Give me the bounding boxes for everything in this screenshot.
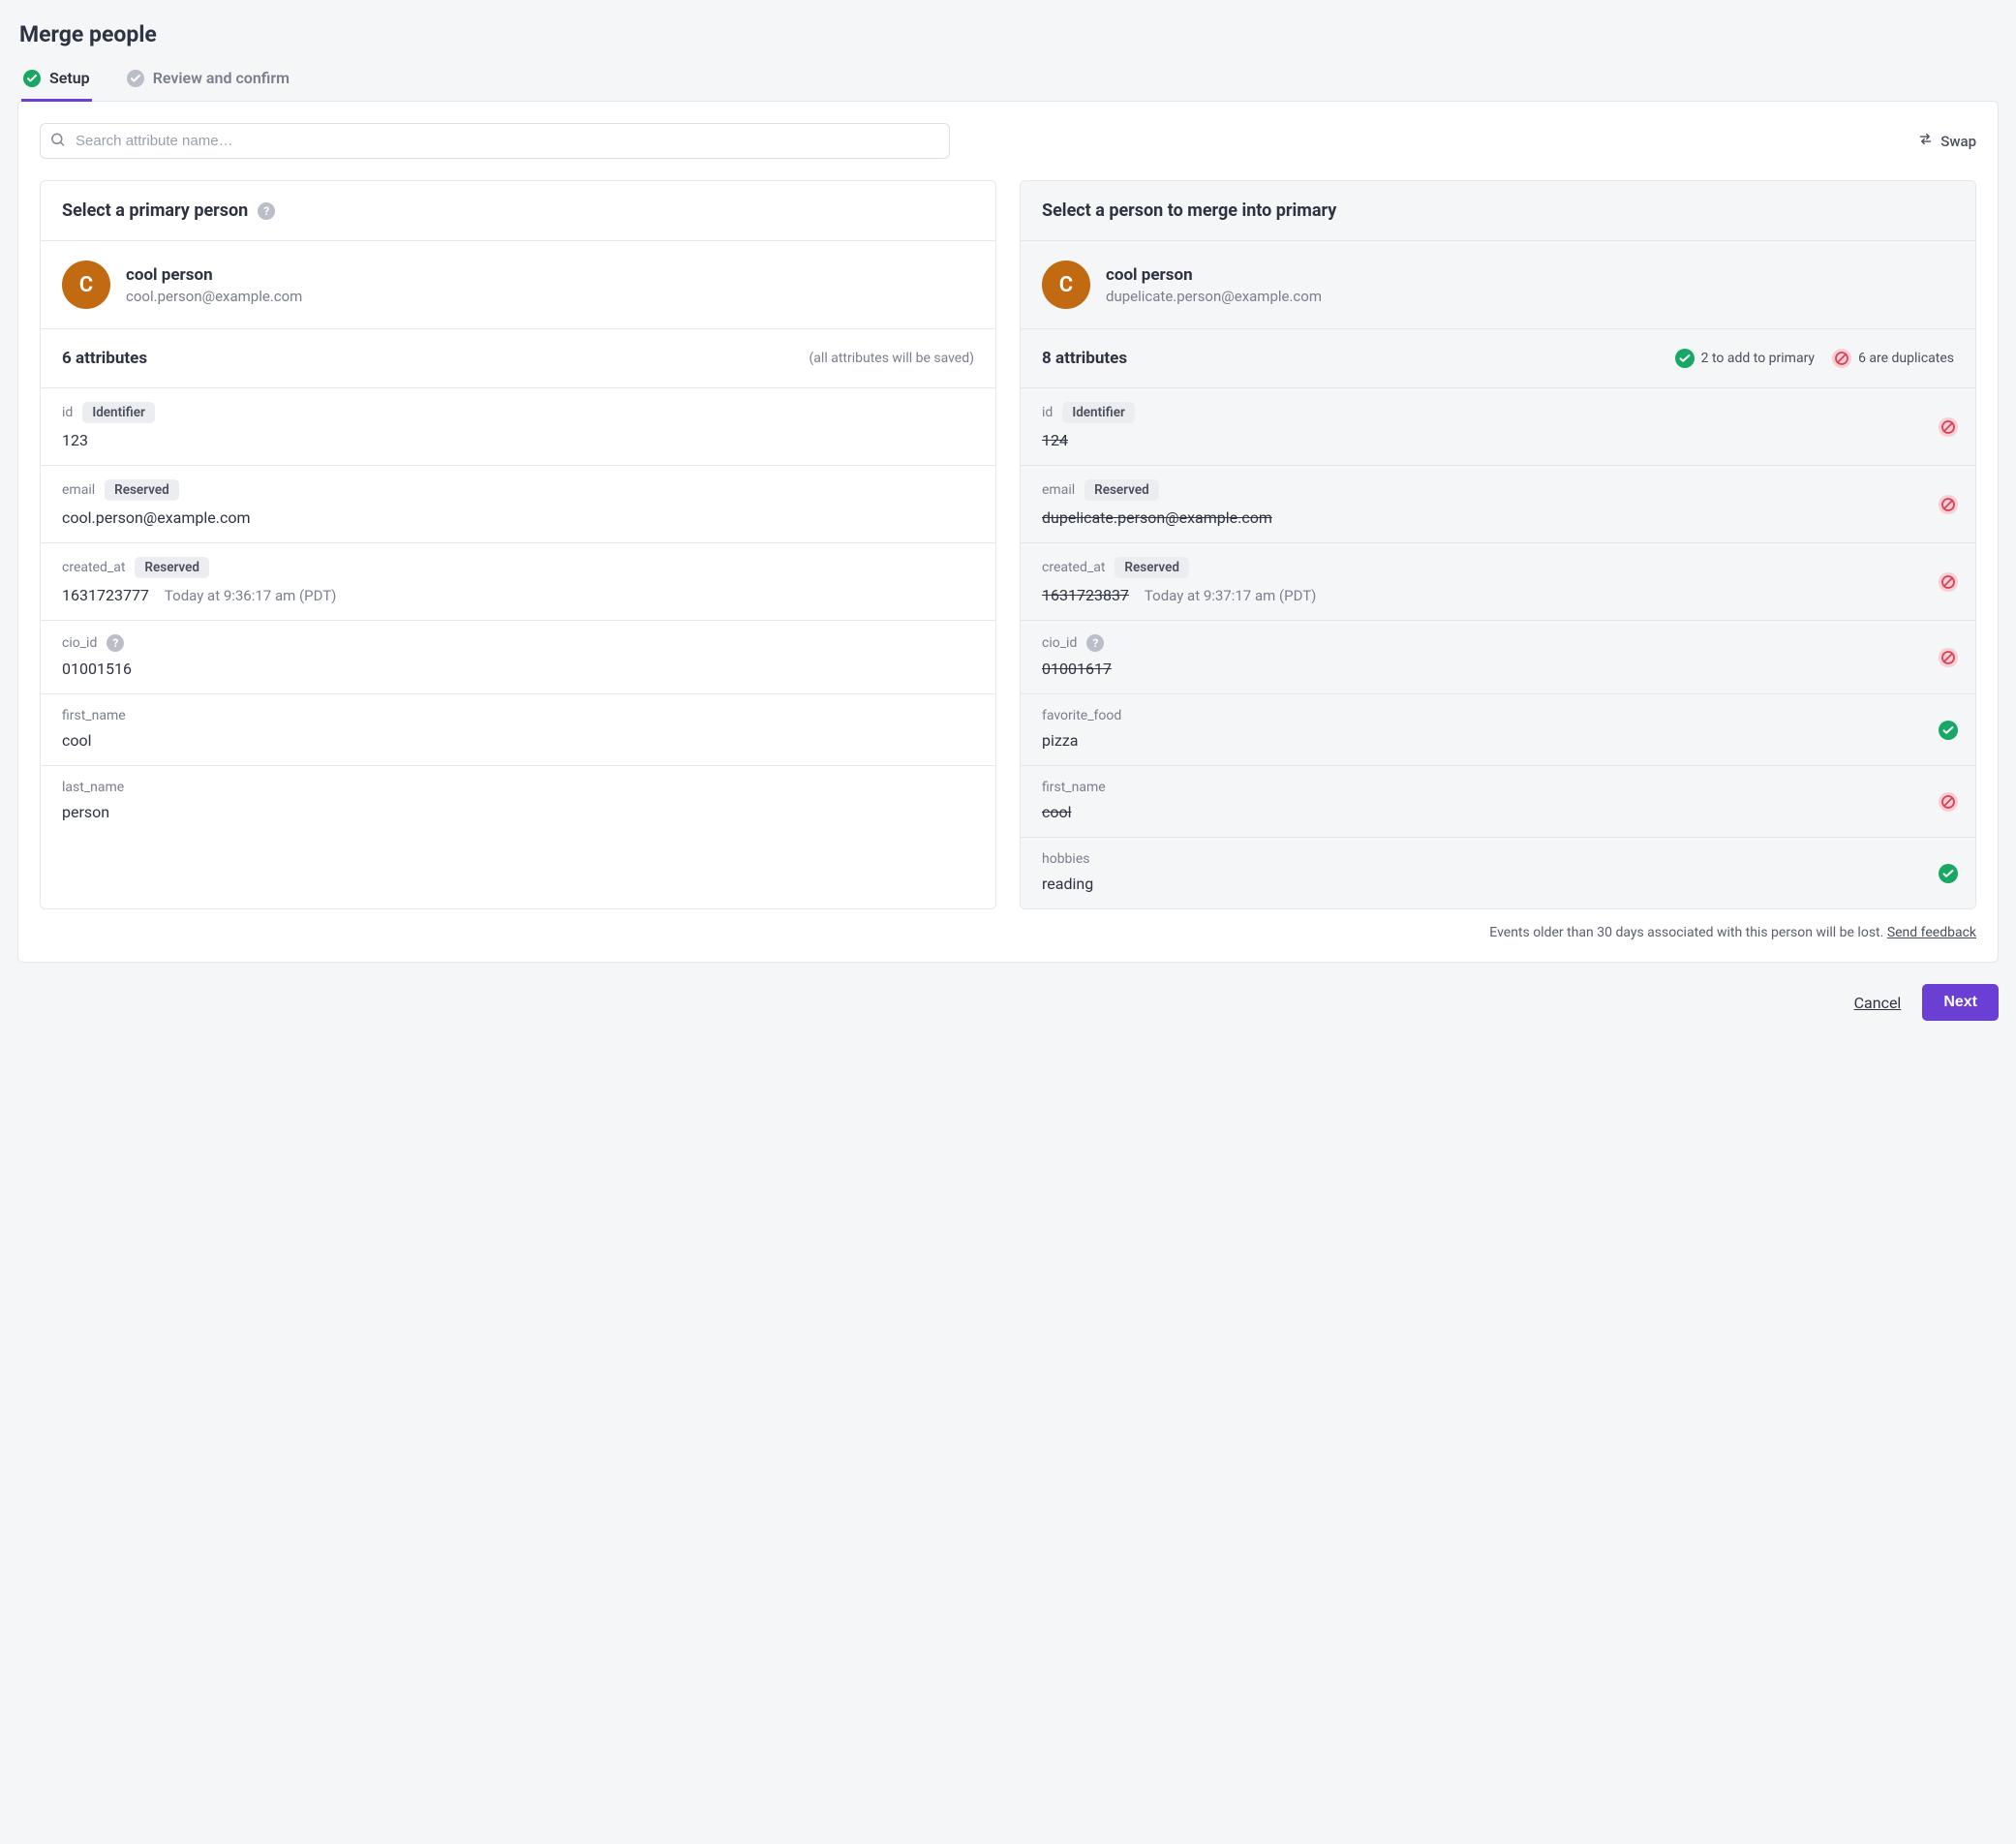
attr-key: last_name: [62, 780, 124, 795]
next-button[interactable]: Next: [1922, 984, 1999, 1021]
attr-row: cio_id? 01001516: [41, 621, 995, 694]
search-input[interactable]: [40, 123, 950, 159]
attr-key: cio_id: [62, 635, 97, 651]
attr-value: cool: [62, 731, 974, 750]
help-icon[interactable]: ?: [1086, 634, 1104, 652]
attr-row: id Identifier 123: [41, 388, 995, 466]
person-name: cool person: [126, 265, 302, 285]
attr-key: first_name: [1042, 780, 1106, 795]
attr-chip: Reserved: [1115, 557, 1189, 578]
attr-value: 01001617: [1042, 660, 1954, 678]
person-email: dupelicate.person@example.com: [1106, 288, 1322, 305]
attr-row: last_nameperson: [41, 766, 995, 837]
blocked-icon: [1939, 792, 1958, 812]
blocked-icon: [1939, 572, 1958, 592]
attr-value: 123: [62, 431, 974, 449]
check-circle-icon: [127, 70, 144, 87]
attr-value: 01001516: [62, 660, 974, 678]
person-name: cool person: [1106, 265, 1322, 285]
tab-label: Review and confirm: [153, 69, 290, 87]
attr-value: dupelicate.person@example.com: [1042, 508, 1954, 527]
attr-key: created_at: [62, 560, 125, 575]
attr-chip: Reserved: [105, 479, 179, 501]
avatar: C: [1042, 261, 1090, 309]
attr-value: 1631723837Today at 9:37:17 am (PDT): [1042, 586, 1954, 604]
attr-row: email Reserved dupelicate.person@example.c…: [1021, 466, 1975, 543]
help-icon[interactable]: ?: [258, 202, 275, 220]
attr-value: pizza: [1042, 731, 1954, 750]
send-feedback-link[interactable]: Send feedback: [1887, 925, 1976, 940]
avatar: C: [62, 261, 110, 309]
tabs: Setup Review and confirm: [17, 55, 1999, 102]
footer-note: Events older than 30 days associated wit…: [40, 925, 1976, 940]
check-circle-icon: [1939, 864, 1958, 883]
attr-key: email: [1042, 482, 1075, 498]
help-icon[interactable]: ?: [107, 634, 124, 652]
page-title: Merge people: [19, 21, 1999, 47]
attr-chip: Identifier: [82, 402, 155, 423]
check-circle-icon: [1939, 721, 1958, 740]
blocked-icon: [1939, 648, 1958, 667]
secondary-header: Select a person to merge into primary: [1042, 200, 1336, 221]
attr-value: person: [62, 803, 974, 821]
attr-row: created_at Reserved 1631723777Today at 9:3…: [41, 543, 995, 621]
attr-key: cio_id: [1042, 635, 1077, 651]
attr-value: 1631723777Today at 9:36:17 am (PDT): [62, 586, 974, 604]
attr-count: 6 attributes: [62, 349, 147, 368]
check-circle-icon: [23, 70, 41, 87]
blocked-icon: [1939, 495, 1958, 514]
attr-row: email Reserved cool.person@example.com: [41, 466, 995, 543]
attr-row: hobbies reading: [1021, 838, 1975, 908]
attr-key: favorite_food: [1042, 708, 1121, 723]
tab-label: Setup: [49, 69, 90, 87]
attr-key: id: [62, 405, 73, 420]
attr-value: cool.person@example.com: [62, 508, 974, 527]
attr-row: first_namecool: [41, 694, 995, 766]
attr-key: id: [1042, 405, 1053, 420]
attr-row: created_at Reserved 1631723837Today at 9:3…: [1021, 543, 1975, 621]
swap-button[interactable]: Swap: [1918, 132, 1976, 150]
attr-key: email: [62, 482, 95, 498]
tab-setup[interactable]: Setup: [21, 63, 92, 102]
secondary-card: Select a person to merge into primary C …: [1020, 180, 1976, 909]
swap-icon: [1918, 132, 1933, 150]
primary-header: Select a primary person: [62, 200, 248, 221]
attr-row: first_namecool: [1021, 766, 1975, 838]
attr-row: cio_id? 01001617: [1021, 621, 1975, 694]
cancel-button[interactable]: Cancel: [1854, 994, 1902, 1012]
blocked-icon: [1939, 417, 1958, 437]
attr-row: id Identifier 124: [1021, 388, 1975, 466]
attr-count: 8 attributes: [1042, 349, 1127, 368]
swap-label: Swap: [1940, 133, 1976, 150]
tab-review[interactable]: Review and confirm: [125, 63, 291, 102]
attr-value: reading: [1042, 875, 1954, 893]
attr-value: 124: [1042, 431, 1954, 449]
attr-note: (all attributes will be saved): [809, 351, 974, 366]
attr-chip: Reserved: [1084, 479, 1159, 501]
person-email: cool.person@example.com: [126, 288, 302, 305]
search-icon: [49, 131, 66, 151]
badge-duplicate: 6 are duplicates: [1832, 349, 1954, 368]
attr-chip: Reserved: [135, 557, 209, 578]
attr-chip: Identifier: [1062, 402, 1135, 423]
attr-key: hobbies: [1042, 851, 1089, 867]
attr-key: created_at: [1042, 560, 1105, 575]
badge-add: 2 to add to primary: [1675, 349, 1815, 368]
attr-row: favorite_foodpizza: [1021, 694, 1975, 766]
attr-value: cool: [1042, 803, 1954, 821]
primary-card: Select a primary person ? C cool person …: [40, 180, 996, 909]
attr-key: first_name: [62, 708, 126, 723]
